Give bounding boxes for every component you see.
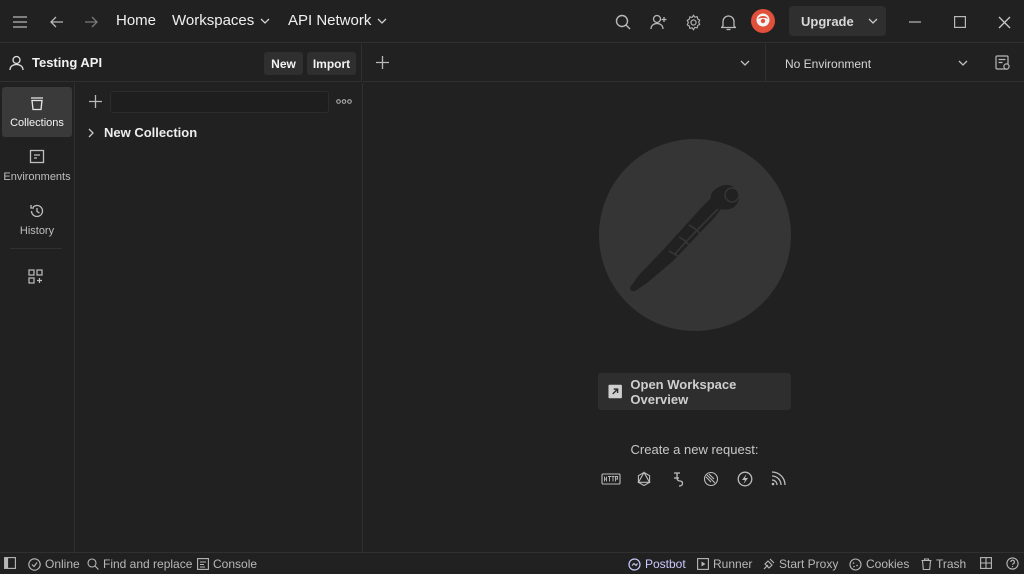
maximize-icon[interactable] bbox=[949, 11, 971, 33]
collections-pane: New Collection bbox=[76, 83, 363, 552]
online-status[interactable]: Online bbox=[28, 557, 80, 571]
start-proxy-label: Start Proxy bbox=[779, 557, 839, 571]
runner-icon bbox=[697, 558, 709, 570]
status-bar: Online Find and replace Console Postbot … bbox=[0, 552, 1024, 574]
chevron-down-icon bbox=[377, 18, 387, 24]
upgrade-button[interactable]: Upgrade bbox=[789, 6, 886, 36]
layout-icon[interactable] bbox=[980, 557, 992, 569]
online-label: Online bbox=[45, 557, 80, 571]
upgrade-label: Upgrade bbox=[801, 13, 854, 29]
tab-bar: No Environment bbox=[363, 44, 1024, 82]
menu-icon[interactable] bbox=[9, 11, 31, 33]
console-label: Console bbox=[213, 557, 258, 571]
import-button[interactable]: Import bbox=[307, 52, 356, 75]
chevron-down-icon bbox=[260, 18, 270, 24]
sidebar-item-label: Environments bbox=[3, 171, 71, 183]
sidebar-item-label: History bbox=[19, 225, 55, 237]
tabs-chevron-down-icon[interactable] bbox=[740, 60, 750, 66]
collection-name: New Collection bbox=[104, 125, 198, 140]
trash[interactable]: Trash bbox=[921, 557, 966, 571]
sidebar-divider bbox=[10, 248, 62, 249]
forward-arrow-icon[interactable] bbox=[80, 11, 102, 33]
search-input[interactable] bbox=[110, 91, 329, 113]
open-workspace-overview-button[interactable]: Open Workspace Overview bbox=[598, 373, 791, 410]
http-icon[interactable] bbox=[600, 469, 622, 489]
postbot-icon bbox=[628, 557, 641, 571]
title-bar: Home Workspaces API Network Upgrade bbox=[0, 0, 1024, 43]
chevron-down-icon bbox=[958, 60, 968, 66]
sidebar-item-history[interactable]: History bbox=[2, 195, 72, 245]
back-arrow-icon[interactable] bbox=[46, 11, 68, 33]
invite-user-icon[interactable] bbox=[647, 11, 669, 33]
cookie-icon bbox=[849, 557, 862, 571]
sidebar-item-label: Collections bbox=[10, 117, 64, 129]
sidebar: Collections Environments History bbox=[0, 83, 75, 552]
trash-label: Trash bbox=[936, 557, 967, 571]
new-button[interactable]: New bbox=[264, 52, 303, 75]
proxy-icon bbox=[763, 558, 775, 570]
environment-quick-look-icon[interactable] bbox=[995, 55, 1011, 71]
nav-home-label: Home bbox=[116, 12, 157, 29]
configure-workbench-icon[interactable] bbox=[28, 269, 44, 285]
start-proxy[interactable]: Start Proxy bbox=[763, 557, 838, 571]
open-workspace-overview-label: Open Workspace Overview bbox=[630, 376, 737, 407]
grpc-icon[interactable] bbox=[667, 469, 689, 489]
cookies[interactable]: Cookies bbox=[849, 557, 909, 571]
search-icon bbox=[87, 558, 99, 570]
cookies-label: Cookies bbox=[866, 557, 910, 571]
list-item[interactable]: New Collection bbox=[88, 125, 197, 140]
postbot-label: Postbot bbox=[645, 557, 686, 571]
close-icon[interactable] bbox=[993, 11, 1015, 33]
environment-label: No Environment bbox=[785, 57, 872, 71]
nav-api-network-label: API Network bbox=[288, 12, 372, 29]
workspace-user-icon bbox=[9, 55, 24, 71]
console[interactable]: Console bbox=[197, 557, 257, 571]
runner[interactable]: Runner bbox=[697, 557, 752, 571]
websocket-icon[interactable] bbox=[700, 469, 722, 489]
postbot[interactable]: Postbot bbox=[628, 557, 686, 571]
nav-home[interactable]: Home bbox=[116, 12, 156, 29]
history-icon bbox=[30, 204, 44, 218]
environment-selector[interactable]: No Environment bbox=[766, 44, 982, 82]
chevron-down-icon[interactable] bbox=[868, 14, 878, 28]
collections-icon bbox=[31, 97, 43, 111]
main-content: Open Workspace Overview Create a new req… bbox=[363, 83, 1024, 552]
create-request-text: Create a new request: bbox=[630, 442, 759, 457]
notifications-icon[interactable] bbox=[717, 11, 739, 33]
new-tab-plus-icon[interactable] bbox=[376, 56, 389, 69]
avatar[interactable] bbox=[751, 9, 775, 33]
postman-logo bbox=[599, 139, 791, 331]
search-icon[interactable] bbox=[612, 11, 634, 33]
mqtt-icon[interactable] bbox=[767, 469, 789, 489]
graphql-icon[interactable] bbox=[633, 469, 655, 489]
chevron-right-icon[interactable] bbox=[88, 128, 94, 138]
import-button-label: Import bbox=[312, 56, 351, 71]
more-options-icon[interactable] bbox=[336, 99, 352, 104]
external-link-icon bbox=[608, 384, 622, 399]
workspace-name: Testing API bbox=[32, 55, 103, 70]
find-and-replace-label: Find and replace bbox=[103, 557, 193, 571]
toggle-sidebar-icon[interactable] bbox=[4, 557, 16, 569]
new-button-label: New bbox=[271, 56, 296, 71]
minimize-icon[interactable] bbox=[904, 11, 926, 33]
nav-api-network[interactable]: API Network bbox=[288, 12, 387, 29]
sidebar-item-collections[interactable]: Collections bbox=[2, 87, 72, 137]
request-type-list bbox=[598, 469, 791, 489]
environments-icon bbox=[29, 149, 45, 164]
settings-icon[interactable] bbox=[682, 11, 704, 33]
help-icon[interactable] bbox=[1006, 557, 1019, 570]
add-collection-icon[interactable] bbox=[89, 95, 102, 108]
socketio-icon[interactable] bbox=[734, 469, 756, 489]
trash-icon bbox=[921, 558, 932, 570]
sidebar-item-environments[interactable]: Environments bbox=[2, 141, 72, 191]
console-icon bbox=[197, 558, 209, 570]
runner-label: Runner bbox=[713, 557, 753, 571]
nav-workspaces-label: Workspaces bbox=[172, 12, 255, 29]
nav-workspaces[interactable]: Workspaces bbox=[172, 12, 270, 29]
check-circle-icon bbox=[28, 557, 41, 571]
workspace-header: Testing API New Import bbox=[0, 44, 362, 82]
find-and-replace[interactable]: Find and replace bbox=[87, 557, 192, 571]
